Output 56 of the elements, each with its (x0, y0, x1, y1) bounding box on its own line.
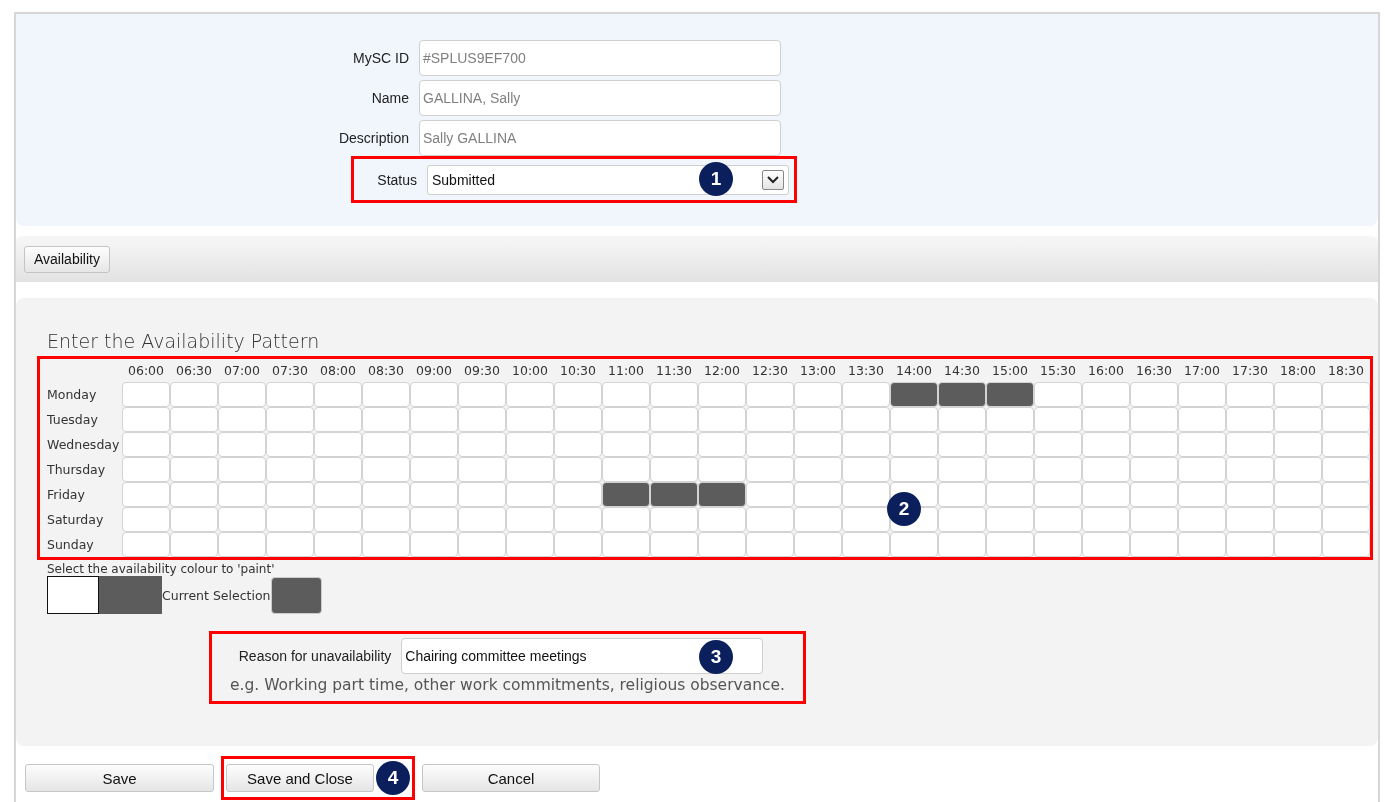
time-header: 17:00 (1183, 362, 1221, 380)
reason-hint: e.g. Working part time, other work commitments, religious observance. (230, 676, 785, 694)
dropdown-value: Submitted (432, 171, 496, 188)
field-label: MySC ID (352, 50, 409, 66)
time-header: 09:00 (415, 362, 453, 380)
time-header: 11:30 (655, 362, 693, 380)
time-header: 15:30 (1039, 362, 1077, 380)
text-field[interactable]: GALLINA, Sally (419, 80, 781, 116)
action-button[interactable]: Save and Close (226, 764, 374, 792)
time-header: 14:00 (895, 362, 933, 380)
time-header: 13:00 (799, 362, 837, 380)
day-label: Friday (47, 486, 86, 504)
day-label: Wednesday (47, 436, 121, 454)
text-field[interactable]: #SPLUS9EF700 (419, 40, 781, 76)
caret-icon (762, 169, 784, 190)
field-label: Status (376, 171, 417, 188)
day-label: Tuesday (47, 411, 99, 429)
time-header: 12:30 (751, 362, 789, 380)
text-field[interactable]: Sally GALLINA (419, 120, 781, 156)
paint-hint: Select the availability colour to 'paint' (47, 562, 276, 576)
action-button[interactable]: Save (25, 764, 214, 792)
field-label: Description (337, 130, 409, 146)
callout-badge: 4 (376, 761, 410, 795)
time-header: 10:30 (559, 362, 597, 380)
time-header: 08:00 (319, 362, 357, 380)
colour-swatch[interactable] (99, 576, 162, 614)
field-label: Reason for unavailability (238, 648, 392, 664)
time-header: 11:00 (607, 362, 645, 380)
section-title: Enter the Availability Pattern (47, 330, 321, 352)
day-label: Monday (47, 386, 98, 404)
time-header: 06:00 (127, 362, 165, 380)
time-header: 13:30 (847, 362, 885, 380)
time-header: 07:00 (223, 362, 261, 380)
time-header: 14:30 (943, 362, 981, 380)
time-slot[interactable] (842, 507, 890, 532)
time-header: 15:00 (991, 362, 1029, 380)
time-header: 12:00 (703, 362, 741, 380)
action-button[interactable]: Cancel (422, 764, 600, 792)
day-label: Thursday (47, 461, 107, 479)
time-header: 07:30 (271, 362, 309, 380)
field-label: Name (370, 90, 409, 106)
day-label: Saturday (47, 511, 105, 529)
current-colour-swatch (270, 576, 322, 614)
time-header: 17:30 (1231, 362, 1269, 380)
time-header: 16:30 (1135, 362, 1173, 380)
tab[interactable]: Availability (24, 245, 110, 273)
time-header: 18:00 (1279, 362, 1317, 380)
time-header: 08:30 (367, 362, 405, 380)
time-header: 18:30 (1327, 362, 1365, 380)
time-header: 09:30 (463, 362, 501, 380)
colour-swatch[interactable] (47, 576, 99, 614)
time-header: 16:00 (1087, 362, 1125, 380)
current-selection-label: Current Selection (162, 587, 271, 603)
time-header: 10:00 (511, 362, 549, 380)
time-header: 06:30 (175, 362, 213, 380)
day-label: Sunday (47, 536, 95, 554)
